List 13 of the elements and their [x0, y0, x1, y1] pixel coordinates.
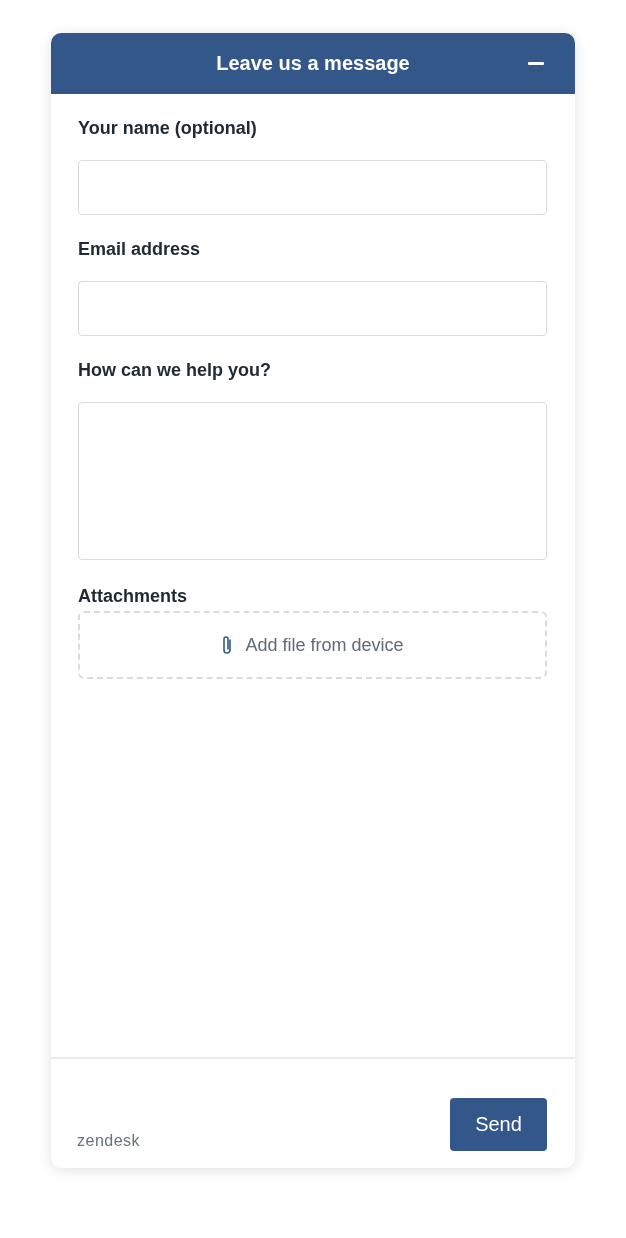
minimize-icon[interactable]	[528, 62, 544, 66]
field-label: How can we help you?	[78, 360, 273, 381]
send-button[interactable]: Send	[450, 1098, 547, 1151]
brand-logo: zendesk	[77, 1132, 141, 1150]
message-field[interactable]	[78, 402, 547, 560]
widget-title: Leave us a message	[216, 52, 410, 75]
input-field[interactable]	[78, 281, 547, 336]
input-field[interactable]	[78, 160, 547, 215]
paperclip-icon	[221, 634, 234, 656]
add-file-button[interactable]: Add file from device	[78, 611, 547, 679]
field-label: Email address	[78, 239, 202, 260]
field-label: Your name (optional)	[78, 118, 258, 139]
field-label: Attachments	[78, 586, 189, 607]
